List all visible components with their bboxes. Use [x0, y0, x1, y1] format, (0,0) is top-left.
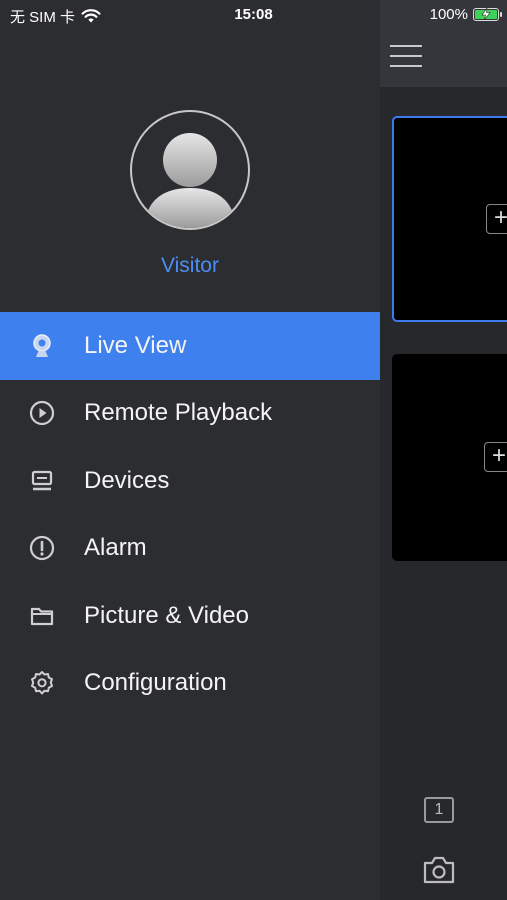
camera-icon: [33, 334, 51, 357]
menu-item-devices[interactable]: Devices: [0, 447, 380, 515]
folder-icon: [30, 607, 54, 625]
profile-name[interactable]: Visitor: [0, 254, 380, 278]
battery-icon: [473, 8, 502, 21]
avatar[interactable]: [130, 110, 250, 230]
menu-item-remote-playback[interactable]: Remote Playback: [0, 380, 380, 448]
menu-item-alarm[interactable]: Alarm: [0, 515, 380, 583]
window-split-button[interactable]: 1: [424, 797, 454, 823]
hamburger-menu-icon[interactable]: [390, 45, 422, 69]
device-icon: [31, 470, 53, 490]
menu-item-label: Remote Playback: [84, 399, 273, 427]
menu-item-label: Devices: [84, 466, 170, 494]
menu-item-label: Configuration: [84, 669, 227, 697]
drawer-menu: Live View Remote Playback Devices Alarm …: [0, 312, 380, 717]
status-bar: 无 SIM 卡 15:08 100%: [0, 0, 507, 32]
status-right: 100%: [429, 6, 502, 23]
gear-icon: [31, 671, 53, 695]
snapshot-camera-icon[interactable]: [422, 855, 456, 885]
menu-item-picture-video[interactable]: Picture & Video: [0, 582, 380, 650]
menu-item-label: Live View: [84, 331, 187, 359]
navigation-drawer: Visitor Live View Remote Playback Device…: [0, 0, 380, 900]
battery-percent: 100%: [429, 6, 468, 23]
menu-item-label: Picture & Video: [84, 601, 249, 629]
live-view-panel: + + 1: [380, 0, 507, 900]
add-channel-button[interactable]: +: [486, 204, 507, 234]
menu-item-live-view[interactable]: Live View: [0, 312, 380, 380]
play-circle-icon: [29, 401, 55, 426]
add-channel-button[interactable]: +: [484, 442, 507, 472]
alarm-icon: [29, 536, 55, 561]
video-window-1[interactable]: +: [392, 116, 507, 322]
user-avatar-icon: [144, 133, 236, 228]
video-window-2[interactable]: +: [392, 354, 507, 561]
menu-item-configuration[interactable]: Configuration: [0, 650, 380, 718]
menu-item-label: Alarm: [84, 534, 147, 562]
